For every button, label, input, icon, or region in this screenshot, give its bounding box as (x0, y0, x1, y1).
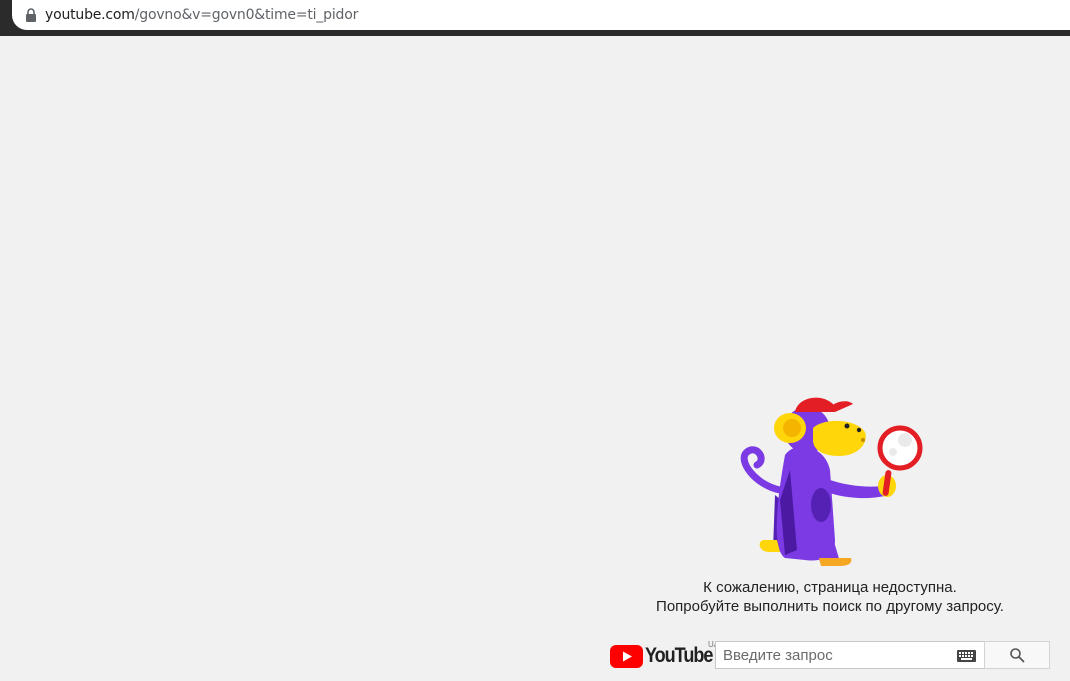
url-host: youtube.com (45, 7, 135, 23)
error-message: К сожалению, страница недоступна. Попроб… (600, 578, 1060, 616)
search-input[interactable] (716, 642, 950, 668)
youtube-logo[interactable]: YouTube (610, 641, 723, 671)
url-path: /govno&v=govn0&time=ti_pidor (134, 7, 359, 23)
keyboard-icon[interactable] (957, 650, 976, 662)
error-line-1: К сожалению, страница недоступна. (703, 579, 957, 596)
monkey-illustration (740, 397, 923, 566)
browser-toolbar: youtube.com/govno&v=govn0&time=ti_pidor (0, 0, 1070, 36)
youtube-play-icon (610, 644, 643, 668)
error-line-2: Попробуйте выполнить поиск по другому за… (656, 598, 1004, 615)
search-icon (1010, 648, 1025, 663)
search-box (715, 641, 985, 669)
search-button[interactable] (984, 641, 1050, 669)
lock-icon (26, 8, 36, 22)
youtube-wordmark: YouTube (645, 644, 713, 667)
address-bar[interactable]: youtube.com/govno&v=govn0&time=ti_pidor (12, 0, 1070, 30)
